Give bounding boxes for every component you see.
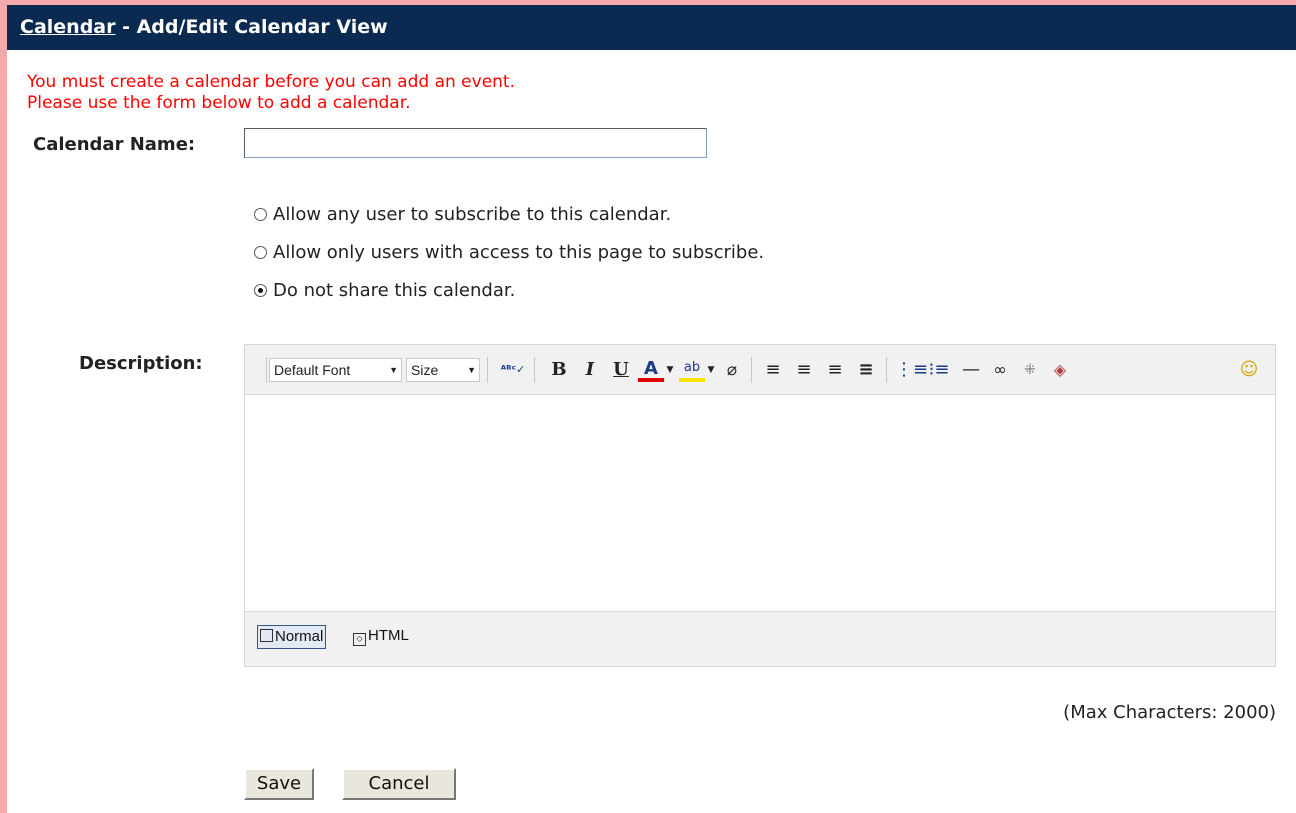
font-select[interactable]: Default Font ▼ [269, 358, 402, 382]
toolbar-separator [487, 357, 488, 383]
window-frame-left [0, 0, 7, 813]
smiley-icon[interactable]: ☺ [1237, 358, 1261, 382]
calendar-name-label: Calendar Name: [33, 134, 196, 155]
chevron-down-icon: ▼ [467, 365, 476, 375]
size-select[interactable]: Size ▼ [406, 358, 480, 382]
html-mode-label: HTML [368, 627, 409, 644]
share-option-any-user[interactable]: Allow any user to subscribe to this cale… [254, 204, 671, 225]
unordered-list-icon[interactable]: ⁝≡ [927, 358, 951, 382]
error-message: You must create a calendar before you ca… [27, 72, 515, 114]
page-header: Calendar - Add/Edit Calendar View [7, 5, 1296, 50]
html-view-icon: ◇ [353, 633, 366, 646]
toolbar-separator [751, 357, 752, 383]
radio-button-checked[interactable] [254, 284, 267, 297]
horizontal-rule-icon[interactable]: — [959, 358, 983, 382]
chevron-down-icon[interactable]: ▼ [706, 358, 716, 382]
eraser-icon[interactable]: ⌀ [720, 358, 744, 382]
max-characters-note: (Max Characters: 2000) [1063, 702, 1276, 723]
justify-icon[interactable]: ≡ [854, 358, 878, 382]
share-option-do-not-share[interactable]: Do not share this calendar. [254, 280, 515, 301]
chevron-down-icon[interactable]: ▼ [665, 358, 675, 382]
underline-icon[interactable]: U [610, 358, 632, 382]
size-select-value: Size [411, 362, 439, 378]
normal-mode-tab[interactable]: Normal [257, 625, 327, 649]
toolbar-separator [886, 357, 887, 383]
radio-button[interactable] [254, 246, 267, 259]
align-right-icon[interactable]: ≡ [823, 358, 847, 382]
html-mode-tab[interactable]: ◇ HTML [353, 625, 409, 649]
editor-content-area[interactable] [245, 395, 1275, 613]
unlink-icon[interactable]: ⁜ [1018, 358, 1042, 382]
description-label: Description: [79, 353, 203, 374]
toolbar-separator [534, 357, 535, 383]
chevron-down-icon: ▼ [389, 365, 398, 375]
toolbar-separator [266, 357, 267, 383]
align-left-icon[interactable]: ≡ [761, 358, 785, 382]
calendar-link[interactable]: Calendar [20, 16, 115, 38]
link-icon[interactable]: ∞ [988, 358, 1012, 382]
calendar-name-input[interactable] [244, 128, 707, 158]
spellcheck-icon[interactable]: ᴬᴮᶜ✓ [500, 358, 526, 382]
font-select-value: Default Font [274, 362, 351, 378]
italic-icon[interactable]: I [579, 358, 601, 382]
cancel-button[interactable]: Cancel [342, 768, 456, 800]
design-view-icon [260, 629, 273, 642]
align-center-icon[interactable]: ≡ [792, 358, 816, 382]
share-option-label: Do not share this calendar. [273, 280, 516, 301]
page-title: - Add/Edit Calendar View [115, 16, 388, 38]
rich-text-editor: Default Font ▼ Size ▼ ᴬᴮᶜ✓ B I U A ▼ ab … [244, 344, 1276, 667]
share-option-label: Allow any user to subscribe to this cale… [273, 204, 672, 225]
normal-mode-label: Normal [275, 628, 324, 645]
bold-icon[interactable]: B [548, 358, 570, 382]
editor-mode-bar: Normal ◇ HTML [245, 611, 1275, 666]
radio-button[interactable] [254, 208, 267, 221]
highlight-icon[interactable]: ab [679, 358, 705, 382]
error-line-2: Please use the form below to add a calen… [27, 93, 411, 113]
share-option-page-users[interactable]: Allow only users with access to this pag… [254, 242, 764, 263]
ordered-list-icon[interactable]: ⋮≡ [895, 358, 928, 382]
error-line-1: You must create a calendar before you ca… [27, 72, 515, 92]
share-option-label: Allow only users with access to this pag… [273, 242, 765, 263]
editor-toolbar: Default Font ▼ Size ▼ ᴬᴮᶜ✓ B I U A ▼ ab … [245, 345, 1275, 395]
font-color-icon[interactable]: A [638, 358, 664, 382]
save-button[interactable]: Save [244, 768, 314, 800]
image-icon[interactable]: ◈ [1048, 358, 1072, 382]
